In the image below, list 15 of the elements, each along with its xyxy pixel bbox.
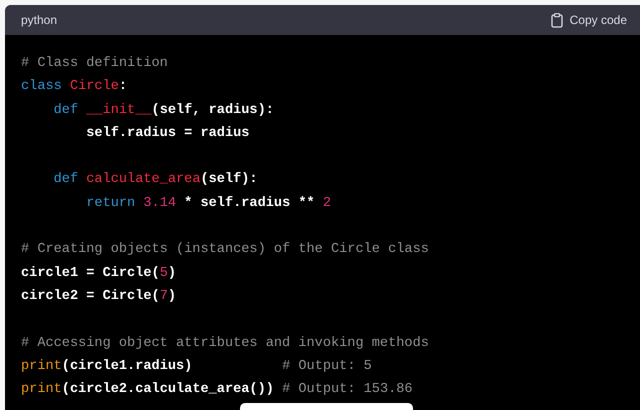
code-line: self.radius = radius [85, 124, 250, 143]
code-line: # Class definition [21, 55, 168, 73]
code-line: # Accessing object attributes and invoking methods [21, 334, 429, 353]
code-line: print(circle1.radius) # Output: 5 [21, 358, 372, 376]
code-line: def __init__(self, radius): [52, 102, 274, 120]
language-label: python [21, 13, 58, 27]
code-line: # Creating objects (instances) of the Circle class [21, 241, 429, 260]
code-line: circle1 = Circle(5) [21, 264, 176, 283]
code-line: class Circle: [21, 78, 128, 96]
code-line: circle2 = Circle(7) [21, 288, 176, 306]
code-line: def calculate_area(self): [52, 171, 258, 190]
copy-code-button[interactable]: Copy code [550, 12, 627, 28]
code-line: return 3.14 * self.radius ** 2 [85, 194, 332, 213]
clipboard-icon [550, 12, 563, 28]
code-line: print(circle2.calculate_area()) # Output: 153.86 [21, 381, 413, 400]
